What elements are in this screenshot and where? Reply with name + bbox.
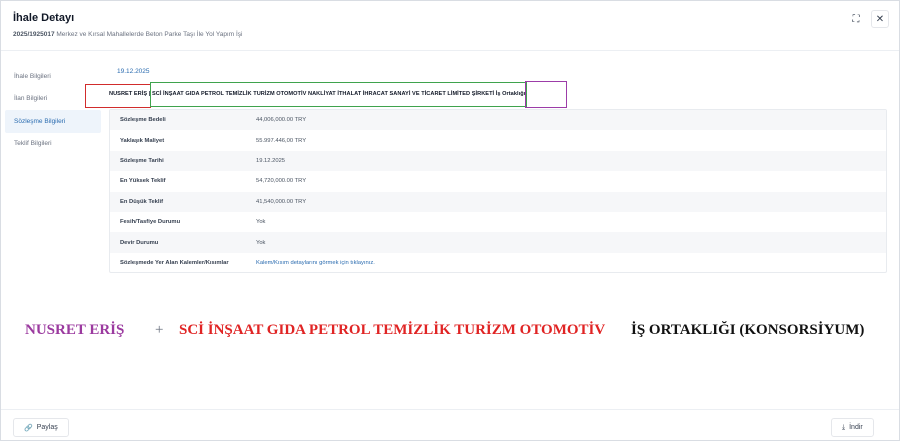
highlight-box-green [150,82,527,107]
download-icon: ⤓ [842,423,846,431]
share-button[interactable]: 🔗 Paylaş [13,418,69,437]
share-label: Paylaş [36,424,58,431]
row-value: 19.12.2025 [256,157,286,164]
items-detail-link[interactable]: Kalem/Kısım detaylarını görmek için tıkl… [256,260,375,266]
contract-details-table: Sözleşme Bedeli 44,006,000.00 TRY Yaklaş… [109,109,887,273]
table-row: Devir Durumu Yok [110,232,886,253]
row-label: Sözleşme Bedeli [120,117,166,124]
row-label: Sözleşmede Yer Alan Kalemler/Kısımlar [120,259,229,266]
link-icon: 🔗 [24,424,33,432]
modal-title: İhale Detayı [13,12,75,24]
row-value: Yok [256,219,266,226]
tender-detail-modal: İhale Detayı 2025/1925017 Merkez ve Kırs… [0,0,900,441]
row-label: Devir Durumu [120,239,159,246]
contract-date-link[interactable]: 19.12.2025 [117,68,150,75]
modal-footer: 🔗 Paylaş ⤓ İndir [1,409,899,441]
sidebar-nav: İhale Bilgileri İlan Bilgileri Sözleşme … [5,65,101,155]
tender-subtitle: 2025/1925017 Merkez ve Kırsal Mahalleler… [13,31,242,38]
row-value: Yok [256,239,266,246]
table-row: En Yüksek Teklif 54,720,000.00 TRY [110,171,886,191]
sidebar-item-contract-info[interactable]: Sözleşme Bilgileri [5,110,101,133]
row-label: En Yüksek Teklif [120,178,166,185]
sidebar-item-bid-info[interactable]: Teklif Bilgileri [5,133,101,156]
row-value: 55.997.446,00 TRY [256,137,307,144]
table-row: En Düşük Teklif 41,540,000.00 TRY [110,191,886,212]
annotation-consortium: İŞ ORTAKLIĞI (KONSORSİYUM) [631,322,865,338]
row-value: 44,006,000.00 TRY [256,117,307,124]
tender-code: 2025/1925017 [13,31,55,38]
row-value: 54,720,000.00 TRY [256,178,307,185]
annotation-partner-one: NUSRET ERİŞ [25,322,125,338]
row-label: Yaklaşık Maliyet [120,137,165,144]
table-row: Fesih/Tasfiye Durumu Yok [110,212,886,232]
download-button[interactable]: ⤓ İndir [831,418,874,437]
highlight-box-red [85,84,151,108]
highlight-box-purple [525,81,567,108]
row-label: Sözleşme Tarihi [120,157,164,164]
row-label: En Düşük Teklif [120,198,164,205]
close-icon[interactable]: ✕ [871,10,889,28]
annotation-plus: + [155,322,164,338]
table-row: Sözleşmede Yer Alan Kalemler/Kısımlar Ka… [110,253,886,273]
expand-icon[interactable]: ⛶ [847,10,865,28]
table-row: Yaklaşık Maliyet 55.997.446,00 TRY [110,130,886,150]
row-label: Fesih/Tasfiye Durumu [120,219,181,226]
tender-description: Merkez ve Kırsal Mahallelerde Beton Park… [56,31,243,38]
annotation-partner-two: SCİ İNŞAAT GIDA PETROL TEMİZLİK TURİZM O… [179,322,606,338]
table-row: Sözleşme Tarihi 19.12.2025 [110,150,886,172]
modal-header: İhale Detayı 2025/1925017 Merkez ve Kırs… [1,1,899,51]
download-label: İndir [849,424,863,431]
table-row: Sözleşme Bedeli 44,006,000.00 TRY [110,110,886,131]
row-value: 41,540,000.00 TRY [256,198,307,205]
